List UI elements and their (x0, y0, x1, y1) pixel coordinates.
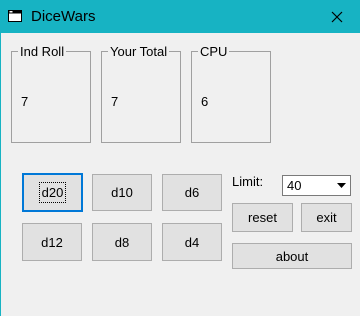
close-icon (331, 11, 343, 22)
window-border (0, 33, 1, 316)
dropdown-button[interactable] (333, 176, 350, 195)
your-total-value: 7 (111, 94, 119, 109)
your-total-group: Your Total 7 (101, 45, 181, 143)
reset-button[interactable]: reset (232, 203, 293, 232)
limit-select[interactable]: 40 (282, 175, 351, 196)
chevron-down-icon (337, 182, 346, 188)
d10-button[interactable]: d10 (92, 174, 152, 211)
cpu-label: CPU (200, 44, 228, 59)
d10-label: d10 (111, 185, 133, 200)
d6-button[interactable]: d6 (162, 174, 222, 211)
d8-label: d8 (114, 234, 130, 250)
window-title: DiceWars (31, 8, 96, 25)
d4-label: d4 (184, 234, 200, 250)
cpu-value: 6 (201, 94, 209, 109)
d4-button[interactable]: d4 (162, 223, 222, 261)
close-button[interactable] (314, 0, 360, 33)
ind-roll-value: 7 (21, 94, 29, 109)
about-button[interactable]: about (232, 243, 352, 269)
limit-value: 40 (287, 178, 302, 193)
exit-label: exit (316, 210, 337, 225)
ind-roll-group: Ind Roll 7 (11, 45, 91, 143)
title-bar[interactable]: DiceWars (0, 0, 360, 33)
exit-button[interactable]: exit (301, 203, 352, 232)
limit-label: Limit: (232, 174, 264, 189)
reset-label: reset (248, 210, 277, 225)
cpu-group: CPU 6 (191, 45, 271, 143)
window-app-icon (8, 10, 22, 22)
d20-label: d20 (38, 182, 67, 203)
d20-button[interactable]: d20 (22, 173, 83, 212)
d12-label: d12 (41, 234, 63, 250)
your-total-label: Your Total (110, 44, 168, 59)
d12-button[interactable]: d12 (22, 223, 82, 261)
d8-button[interactable]: d8 (92, 223, 152, 261)
about-label: about (275, 248, 309, 264)
d6-label: d6 (184, 185, 200, 200)
ind-roll-label: Ind Roll (20, 44, 65, 59)
